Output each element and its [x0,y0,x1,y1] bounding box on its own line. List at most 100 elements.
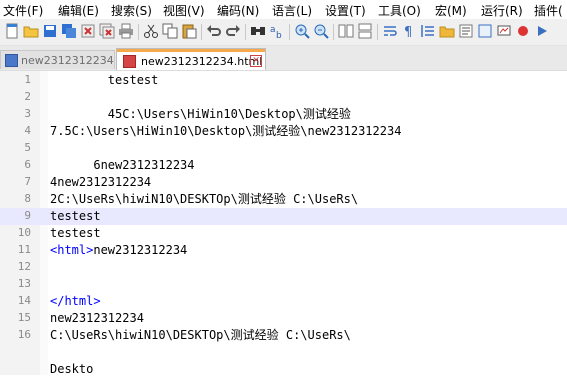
sync-horizontal-icon[interactable] [357,23,373,39]
menu-tools[interactable]: 工具(O) [378,2,421,19]
menu-macro[interactable]: 宏(M) [435,2,467,19]
monitoring-icon[interactable] [496,23,512,39]
cut-icon[interactable] [143,23,159,39]
undo-icon[interactable] [206,23,222,39]
line-number: 1 [24,73,31,86]
save-all-icon[interactable] [61,23,77,39]
line-text: 4new2312312234 [50,175,152,189]
line-number: 9 [24,209,31,222]
editor-line: 1 testest [0,72,567,89]
menu-language[interactable]: 语言(L) [272,2,312,19]
tag-content: new2312312234 [93,243,188,257]
editor-line: 15 new2312312234 [0,310,567,327]
menu-search[interactable]: 搜索(S) [111,2,152,19]
replace-icon[interactable]: ab [269,23,285,39]
editor-line: 3 45C:\Users\HiWin10\Desktop\测试经验 [0,106,567,123]
line-number: 5 [24,141,31,154]
open-file-icon[interactable] [23,23,39,39]
editor-line: 14 </html> [0,293,567,310]
line-text: 2C:\UseRs\hiwiN10\DESKTOp\测试经验 C:\UseRs\ [50,192,359,206]
line-number: 3 [24,107,31,120]
saved-file-icon [5,54,18,67]
word-wrap-icon[interactable] [382,23,398,39]
menu-file[interactable]: 文件(F) [3,2,43,19]
html-tag: <html> [50,243,94,257]
doc-map-icon[interactable] [477,23,493,39]
find-icon[interactable] [250,23,266,39]
modified-file-icon [123,55,136,68]
redo-icon[interactable] [225,23,241,39]
show-all-chars-icon[interactable]: ¶ [401,23,417,39]
line-text: 7.5C:\Users\HiWin10\Desktop\测试经验\new2312… [50,124,402,138]
editor-line: 12 [0,259,567,276]
editor-line: 2 [0,89,567,106]
editor[interactable]: 1 testest 2 3 45C:\Users\HiWin10\Desktop… [0,70,567,378]
line-text: testest [50,209,101,223]
svg-text:a: a [270,25,276,35]
line-number: 16 [17,328,31,341]
copy-icon[interactable] [162,23,178,39]
tab-label: new2312312234 [21,54,114,67]
indent-guide-icon[interactable] [420,23,436,39]
line-number: 15 [17,311,31,324]
line-number: 7 [24,175,31,188]
sync-vertical-icon[interactable] [338,23,354,39]
editor-line: 13 [0,276,567,293]
svg-text:¶: ¶ [404,25,412,39]
tab-label: new2312312234.html [141,55,263,68]
tab-new2312312234-html[interactable]: new2312312234.html ✕ [116,48,266,70]
line-text: testest [50,73,159,87]
line-number: 14 [17,294,31,307]
close-all-icon[interactable] [99,23,115,39]
line-number: 6 [24,158,31,171]
function-list-icon[interactable] [458,23,474,39]
current-line: 9 testest [0,208,567,225]
editor-line: 6 6new2312312234 [0,157,567,174]
html-tag: </html> [50,294,101,308]
menu-run[interactable]: 运行(R) [481,2,523,19]
active-tab-accent [117,49,265,52]
editor-line: 4 7.5C:\Users\HiWin10\Desktop\测试经验\new23… [0,123,567,140]
tab-new2312312234[interactable]: new2312312234 [0,50,115,69]
folder-as-workspace-icon[interactable] [439,23,455,39]
line-number: 12 [17,260,31,273]
play-macro-icon[interactable] [534,23,550,39]
line-number: 8 [24,192,31,205]
zoom-out-icon[interactable] [313,23,329,39]
line-text: C:\UseRs\hiwiN10\DESKTOp\测试经验 C:\UseRs\ [50,328,351,342]
menu-edit[interactable]: 编辑(E) [58,2,99,19]
line-number: 4 [24,124,31,137]
line-number: 2 [24,90,31,103]
new-file-icon[interactable] [4,23,20,39]
menu-settings[interactable]: 设置(T) [325,2,366,19]
menu-plugins[interactable]: 插件( [534,2,563,19]
zoom-in-icon[interactable] [294,23,310,39]
line-number: 10 [17,226,31,239]
save-icon[interactable] [42,23,58,39]
editor-line: 10 testest [0,225,567,242]
line-text: testest [50,226,101,240]
line-text: 6new2312312234 [50,158,195,172]
line-text: Deskto [50,362,94,376]
editor-line: Deskto [0,361,567,378]
editor-line: 16 C:\UseRs\hiwiN10\DESKTOp\测试经验 C:\UseR… [0,327,567,344]
menu-bar: 文件(F) 编辑(E) 搜索(S) 视图(V) 编码(N) 语言(L) 设置(T… [0,0,567,19]
print-icon[interactable] [118,23,134,39]
line-number: 11 [17,243,31,256]
close-icon[interactable] [80,23,96,39]
close-tab-icon[interactable]: ✕ [250,55,262,67]
toolbar: ab ¶ [0,19,567,46]
menu-encoding[interactable]: 编码(N) [217,2,259,19]
editor-line: 5 [0,140,567,157]
editor-line: 7 4new2312312234 [0,174,567,191]
editor-line: 11 <html>new2312312234 [0,242,567,259]
line-text: <html>new2312312234 [50,242,187,259]
record-macro-icon[interactable] [515,23,531,39]
paste-icon[interactable] [181,23,197,39]
line-number: 13 [17,277,31,290]
menu-view[interactable]: 视图(V) [163,2,205,19]
line-text: 45C:\Users\HiWin10\Desktop\测试经验 [50,107,351,121]
tab-bar: new2312312234 new2312312234.html ✕ [0,46,567,70]
svg-text:b: b [276,31,282,39]
